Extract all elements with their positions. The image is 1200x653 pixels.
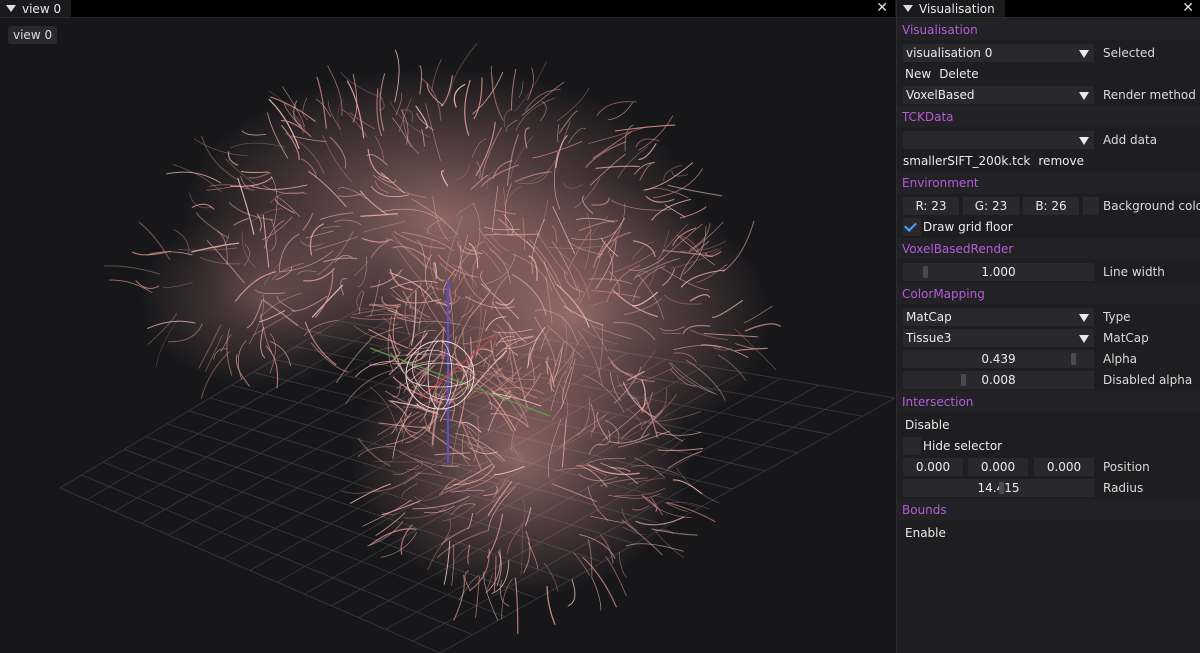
close-icon[interactable]: ✕: [1182, 1, 1194, 16]
section-colormapping[interactable]: ColorMapping: [897, 283, 1200, 304]
dropdown-arrow-icon: [1079, 335, 1089, 343]
matcap-combo[interactable]: Tissue3: [903, 329, 1094, 347]
hide-selector-label: Hide selector: [923, 438, 1003, 453]
tab-label: view 0: [22, 1, 62, 16]
background-color-label: Background color: [1103, 198, 1200, 213]
disabled-alpha-value: 0.008: [981, 373, 1016, 387]
disabled-alpha-slider[interactable]: 0.008: [903, 371, 1094, 389]
matcap-value: Tissue3: [906, 331, 952, 345]
color-r-input[interactable]: R: 23: [903, 197, 959, 215]
dropdown-arrow-icon: [1079, 137, 1089, 145]
slider-grab[interactable]: [1071, 353, 1076, 365]
close-icon[interactable]: ✕: [876, 1, 888, 16]
position-z-input[interactable]: 0.000: [1034, 458, 1094, 476]
view-window: view 0 ✕ view 0: [0, 0, 895, 653]
render-method-value: VoxelBased: [906, 88, 975, 102]
dropdown-arrow-icon: [1079, 314, 1089, 322]
enable-button[interactable]: Enable: [901, 523, 950, 542]
slider-grab[interactable]: [923, 266, 928, 278]
add-data-combo[interactable]: [903, 131, 1094, 149]
visualisation-window: Visualisation ✕ Visualisation visualisat…: [896, 0, 1200, 653]
color-swatch[interactable]: [1083, 197, 1099, 215]
alpha-label: Alpha: [1103, 351, 1138, 366]
add-data-label: Add data: [1103, 132, 1158, 147]
tab-view-0[interactable]: view 0: [0, 0, 72, 17]
render-method-label: Render method: [1103, 87, 1196, 102]
position-x-input[interactable]: 0.000: [903, 458, 963, 476]
new-button[interactable]: New: [901, 64, 936, 83]
type-value: MatCap: [906, 310, 952, 324]
file-name: smallerSIFT_200k.tck: [903, 153, 1031, 168]
type-combo[interactable]: MatCap: [903, 308, 1094, 326]
matcap-label: MatCap: [1103, 330, 1149, 345]
line-width-value: 1.000: [981, 265, 1016, 279]
color-g-input[interactable]: G: 23: [963, 197, 1019, 215]
radius-slider[interactable]: 14.415: [903, 479, 1094, 497]
window-menu-icon[interactable]: [903, 5, 913, 12]
view-titlebar: view 0 ✕: [0, 0, 895, 18]
selected-combo[interactable]: visualisation 0: [903, 44, 1094, 62]
grid-floor-checkbox[interactable]: [903, 218, 921, 236]
disabled-alpha-label: Disabled alpha: [1103, 372, 1193, 387]
checkmark-icon: [904, 219, 917, 232]
hide-selector-checkbox[interactable]: [903, 437, 921, 455]
section-intersection[interactable]: Intersection: [897, 391, 1200, 412]
slider-grab[interactable]: [999, 482, 1004, 494]
type-label: Type: [1103, 309, 1131, 324]
panel-titlebar: Visualisation ✕: [897, 0, 1200, 18]
delete-button[interactable]: Delete: [935, 64, 983, 83]
section-tckdata[interactable]: TCKData: [897, 106, 1200, 127]
tab-label: Visualisation: [919, 1, 995, 16]
remove-button[interactable]: remove: [1034, 151, 1088, 170]
section-bounds[interactable]: Bounds: [897, 499, 1200, 520]
selected-value: visualisation 0: [906, 46, 993, 60]
slider-grab[interactable]: [961, 374, 966, 386]
line-width-slider[interactable]: 1.000: [903, 263, 1094, 281]
fiber-haze: [140, 68, 770, 598]
render-viewport[interactable]: [0, 18, 895, 653]
selected-label: Selected: [1103, 45, 1156, 60]
alpha-value: 0.439: [981, 352, 1016, 366]
dropdown-arrow-icon: [1079, 50, 1089, 58]
radius-label: Radius: [1103, 480, 1144, 495]
line-width-label: Line width: [1103, 264, 1165, 279]
color-b-input[interactable]: B: 26: [1023, 197, 1079, 215]
alpha-slider[interactable]: 0.439: [903, 350, 1094, 368]
disable-button[interactable]: Disable: [901, 415, 954, 434]
section-environment[interactable]: Environment: [897, 172, 1200, 193]
grid-floor-label: Draw grid floor: [923, 219, 1013, 234]
section-visualisation[interactable]: Visualisation: [897, 19, 1200, 40]
tab-visualisation[interactable]: Visualisation: [897, 0, 1005, 17]
window-menu-icon[interactable]: [6, 5, 16, 12]
section-voxelbasedrender[interactable]: VoxelBasedRender: [897, 238, 1200, 259]
render-method-combo[interactable]: VoxelBased: [903, 86, 1094, 104]
position-label: Position: [1103, 459, 1150, 474]
position-y-input[interactable]: 0.000: [968, 458, 1028, 476]
view-button[interactable]: view 0: [8, 26, 58, 44]
dropdown-arrow-icon: [1079, 92, 1089, 100]
